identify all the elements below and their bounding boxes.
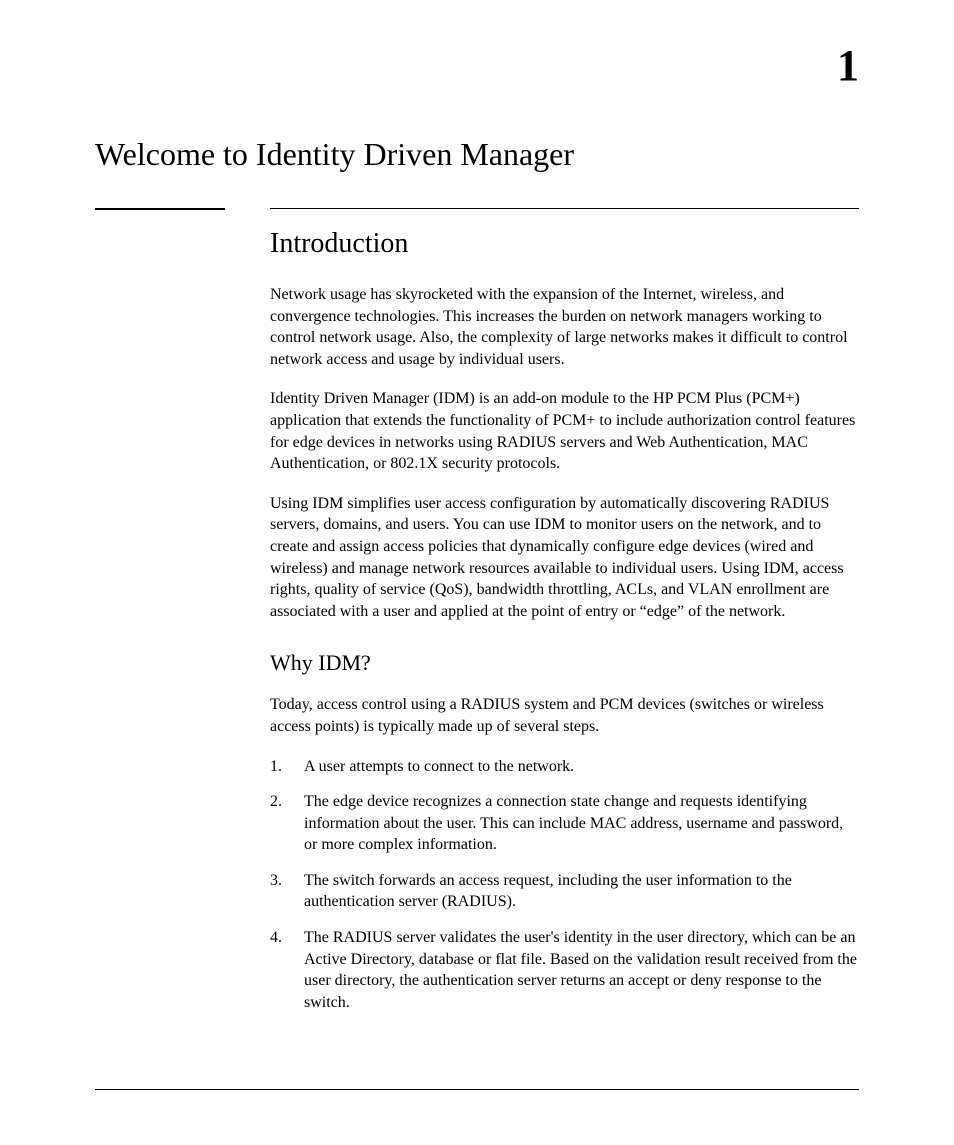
list-item: 2. The edge device recognizes a connecti… [270, 791, 859, 856]
list-text: A user attempts to connect to the networ… [304, 756, 859, 778]
list-number: 2. [270, 791, 304, 856]
ordered-list: 1. A user attempts to connect to the net… [270, 756, 859, 1014]
subsection-title: Why IDM? [270, 650, 859, 676]
list-item: 4. The RADIUS server validates the user'… [270, 927, 859, 1013]
chapter-title: Welcome to Identity Driven Manager [95, 136, 859, 173]
list-text: The switch forwards an access request, i… [304, 870, 859, 913]
section-title: Introduction [270, 228, 859, 260]
paragraph: Network usage has skyrocketed with the e… [270, 284, 859, 370]
list-text: The edge device recognizes a connection … [304, 791, 859, 856]
paragraph: Today, access control using a RADIUS sys… [270, 694, 859, 737]
list-number: 1. [270, 756, 304, 778]
list-item: 3. The switch forwards an access request… [270, 870, 859, 913]
title-rule [95, 208, 859, 210]
paragraph: Identity Driven Manager (IDM) is an add-… [270, 388, 859, 474]
footer-rule [95, 1089, 859, 1090]
list-number: 3. [270, 870, 304, 913]
content-column: Introduction Network usage has skyrocket… [270, 228, 859, 1013]
paragraph: Using IDM simplifies user access configu… [270, 493, 859, 623]
list-item: 1. A user attempts to connect to the net… [270, 756, 859, 778]
list-text: The RADIUS server validates the user's i… [304, 927, 859, 1013]
chapter-number: 1 [95, 40, 859, 91]
list-number: 4. [270, 927, 304, 1013]
